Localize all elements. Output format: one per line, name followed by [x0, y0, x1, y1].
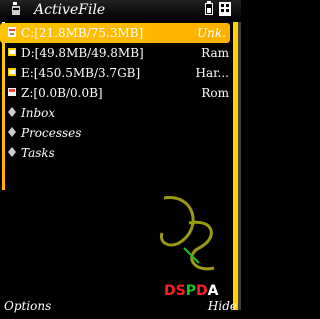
drive-e-icon: [8, 68, 16, 76]
options-softkey[interactable]: Options: [4, 297, 51, 315]
list-item-label: Tasks: [21, 146, 55, 160]
drive-d-icon: [8, 48, 16, 56]
list-item-tasks[interactable]: Tasks: [0, 143, 233, 163]
app-title: ActiveFile: [34, 2, 106, 18]
list-item-drive-z[interactable]: Z:[0.0B/0.0B] Rom: [0, 83, 233, 103]
list-item-label: D:[49.8MB/49.8MB]: [21, 46, 144, 60]
scrollbar[interactable]: [233, 22, 238, 310]
list-item-label: Inbox: [21, 106, 56, 120]
list-item-drive-c[interactable]: C:[21.8MB/75.3MB] Unk.: [0, 23, 230, 43]
logo-letter: D: [195, 283, 208, 299]
status-bar: ActiveFile: [0, 0, 241, 20]
drive-c-icon: [8, 27, 16, 37]
logo-letter: P: [185, 283, 196, 299]
list-item-label: C:[21.8MB/75.3MB]: [21, 26, 144, 40]
list-item-type: Har...: [195, 66, 229, 80]
app-icon: [12, 2, 20, 15]
list-item-processes[interactable]: Processes: [0, 123, 233, 143]
inbox-icon: [8, 107, 16, 117]
tasks-icon: [8, 147, 16, 157]
processes-icon: [8, 127, 16, 137]
list-item-drive-d[interactable]: D:[49.8MB/49.8MB] Ram: [0, 43, 233, 63]
list-item-label: E:[450.5MB/3.7GB]: [21, 66, 141, 80]
list-item-drive-e[interactable]: E:[450.5MB/3.7GB] Har...: [0, 63, 233, 83]
menu-icon[interactable]: [219, 2, 231, 16]
list-item-type: Ram: [201, 46, 229, 60]
logo-letter: S: [175, 283, 186, 299]
list-item-type: Rom: [201, 86, 229, 100]
hide-softkey[interactable]: Hide: [208, 297, 237, 315]
dspda-logo-icon: [159, 196, 215, 271]
logo-letter: D: [164, 283, 176, 299]
list-item-label: Processes: [21, 126, 82, 140]
drive-list: C:[21.8MB/75.3MB] Unk. D:[49.8MB/49.8MB]…: [0, 23, 233, 163]
battery-icon: [205, 1, 213, 15]
scrollbar-track: [238, 22, 241, 310]
list-item-label: Z:[0.0B/0.0B]: [21, 86, 103, 100]
drive-z-icon: [8, 88, 16, 96]
list-item-inbox[interactable]: Inbox: [0, 103, 233, 123]
list-item-type: Unk.: [197, 26, 226, 40]
